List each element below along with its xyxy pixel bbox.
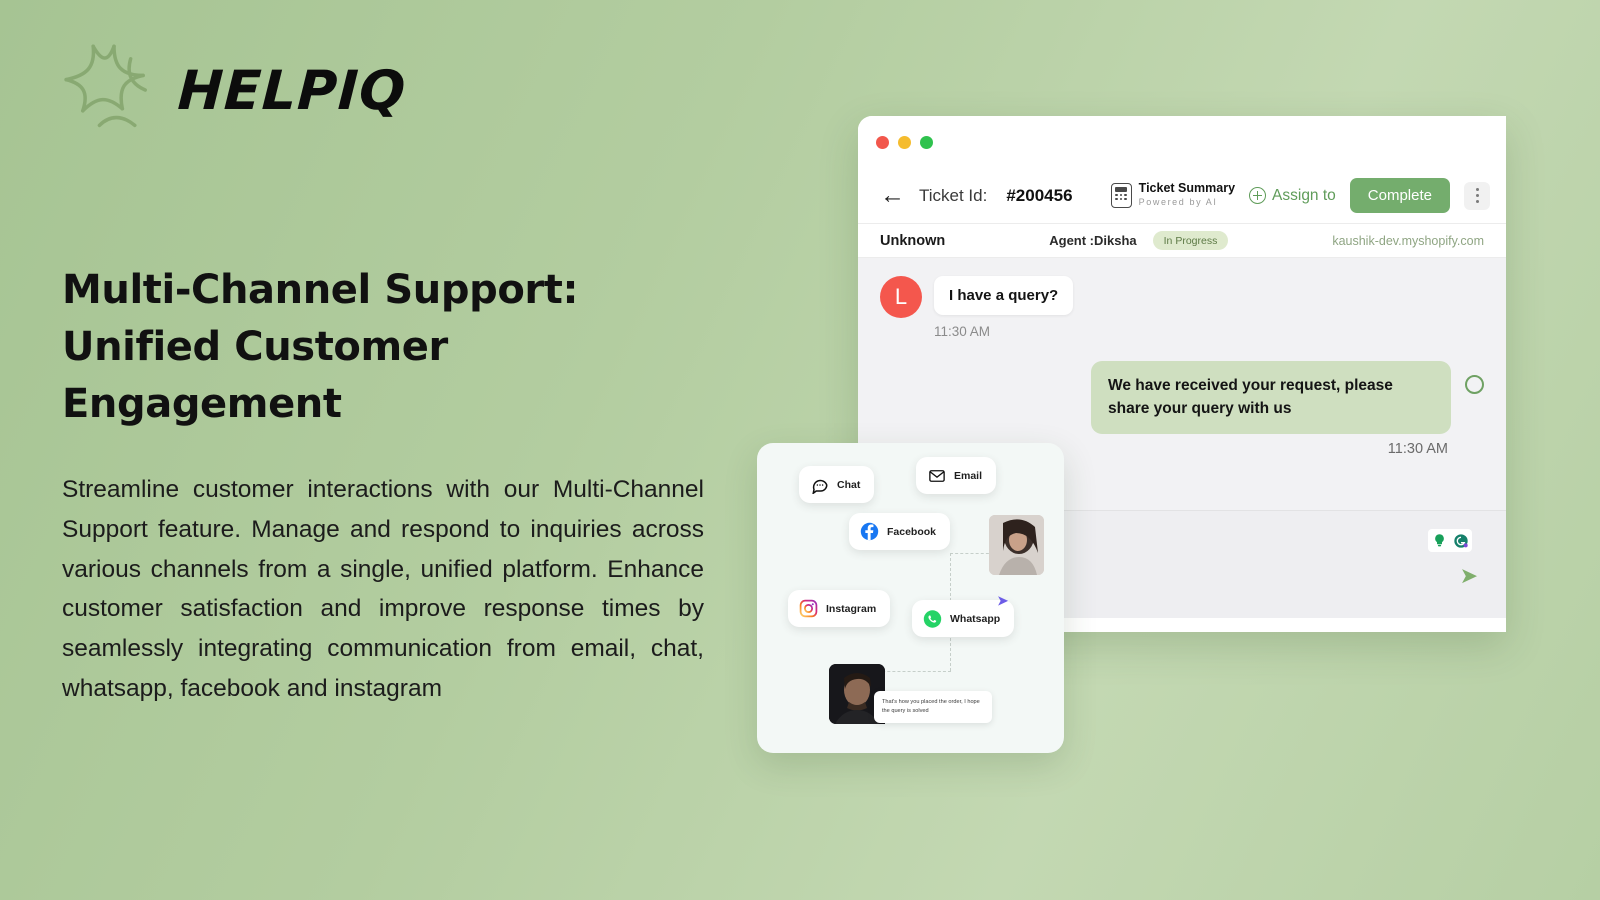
agent-avatar	[1465, 375, 1484, 394]
complete-button[interactable]: Complete	[1349, 178, 1450, 213]
channel-chip-chat[interactable]: Chat	[799, 466, 875, 503]
composer-tools	[1428, 529, 1472, 552]
channel-label: Facebook	[887, 525, 937, 538]
page-title: Multi-Channel Support: Unified Customer …	[62, 267, 579, 427]
calculator-icon	[1110, 183, 1132, 208]
message-incoming: L I have a query?	[880, 276, 1484, 318]
channel-label: Instagram	[826, 602, 877, 615]
lightbulb-icon[interactable]	[1430, 531, 1449, 550]
avatar: L	[880, 276, 922, 318]
channel-chip-whatsapp[interactable]: ➤ Whatsapp	[912, 593, 1015, 637]
ticket-id-value: #200456	[1006, 185, 1073, 205]
send-arrow-icon[interactable]: ➤	[1460, 563, 1478, 589]
kebab-menu-icon[interactable]	[1464, 181, 1490, 210]
envelope-icon	[927, 466, 946, 485]
ticket-summary-title: Ticket Summary	[1138, 181, 1236, 196]
assign-to-label: Assign to	[1272, 186, 1336, 204]
message-outgoing: We have received your request, please sh…	[880, 361, 1484, 434]
hero-description: Streamline customer interactions with ou…	[62, 476, 704, 702]
close-window-icon[interactable]	[876, 135, 889, 149]
facebook-icon	[860, 522, 879, 541]
brand-name: HELPIQ	[176, 58, 408, 122]
ticket-summary-subtitle: Powered by AI	[1138, 197, 1218, 208]
whatsapp-icon	[923, 609, 942, 628]
message-bubble: I have a query?	[934, 276, 1074, 315]
paper-plane-icon: ➤	[997, 593, 1009, 608]
window-titlebar	[858, 116, 1506, 168]
channel-chip-instagram[interactable]: Instagram	[788, 590, 891, 627]
mini-message-bubble: That's how you placed the order, I hope …	[874, 691, 992, 724]
chat-bubble-icon	[810, 475, 829, 494]
plus-circle-icon	[1249, 187, 1267, 204]
sparkle-burst-icon	[64, 44, 147, 128]
maximize-window-icon[interactable]	[920, 135, 933, 149]
store-domain: kaushik-dev.myshopify.com	[1332, 233, 1485, 248]
customer-name: Unknown	[880, 232, 946, 249]
status-badge: In Progress	[1152, 231, 1229, 250]
channel-chip-email[interactable]: Email	[916, 457, 997, 494]
ticket-toolbar: ← Ticket Id: #200456 Ticket Summary Powe…	[858, 168, 1506, 224]
channels-illustration-card: Chat Email Facebook Instagram ➤ Whatsapp…	[757, 443, 1064, 753]
channel-label: Whatsapp	[950, 612, 1001, 625]
ticket-id-label: Ticket Id:	[919, 185, 988, 205]
brand-logo: HELPIQ	[62, 30, 722, 150]
minimize-window-icon[interactable]	[898, 135, 911, 149]
hero-text-column: HELPIQ Multi-Channel Support: Unified Cu…	[62, 30, 722, 709]
back-arrow-icon[interactable]: ←	[880, 183, 905, 208]
ticket-summary-button[interactable]: Ticket Summary Powered by AI	[1110, 181, 1236, 210]
ticket-subbar: Unknown Agent :Diksha In Progress kaushi…	[858, 224, 1506, 258]
customer-photo	[989, 515, 1044, 575]
agent-name: Agent :Diksha	[1049, 233, 1137, 248]
channel-label: Email	[954, 469, 983, 482]
instagram-icon	[799, 599, 818, 618]
channel-label: Chat	[837, 478, 861, 491]
message-bubble: We have received your request, please sh…	[1091, 361, 1451, 434]
message-timestamp: 11:30 AM	[934, 324, 991, 339]
connector-line	[950, 553, 994, 554]
grammarly-icon[interactable]	[1451, 531, 1470, 550]
assign-to-button[interactable]: Assign to	[1249, 187, 1336, 205]
channel-chip-facebook[interactable]: Facebook	[849, 513, 951, 550]
